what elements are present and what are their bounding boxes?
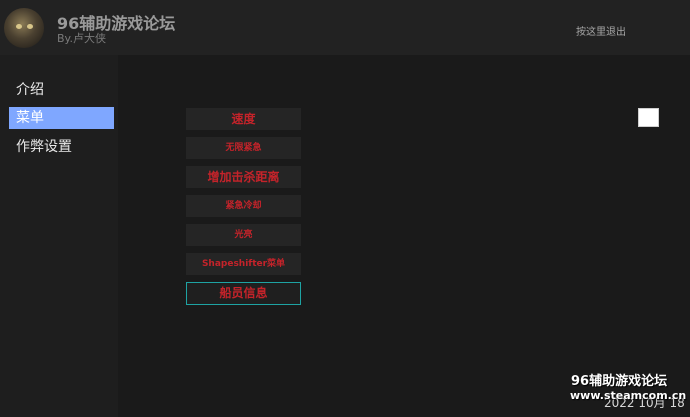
header-bar: 96辅助游戏论坛 By.卢大侠 按这里退出 <box>0 0 690 55</box>
watermark-url: www.steamcom.cn <box>570 389 687 402</box>
logout-button[interactable]: 按这里退出 <box>576 23 626 38</box>
avatar-eye-left <box>16 24 22 29</box>
infinite-emergency-button[interactable]: 无限紧急 <box>186 137 301 159</box>
sidebar-item-cheat-settings[interactable]: 作弊设置 <box>9 136 114 158</box>
avatar-eye-right <box>27 24 33 29</box>
sidebar-item-intro[interactable]: 介绍 <box>9 79 114 101</box>
sidebar-item-menu[interactable]: 菜单 <box>9 107 114 129</box>
speed-button[interactable]: 速度 <box>186 108 301 130</box>
brightness-button[interactable]: 光亮 <box>186 224 301 246</box>
avatar <box>4 8 44 48</box>
shapeshifter-menu-button[interactable]: Shapeshifter菜单 <box>186 253 301 275</box>
sidebar: 介绍 菜单 作弊设置 <box>0 55 118 417</box>
crew-info-button[interactable]: 船员信息 <box>186 282 301 305</box>
watermark-title: 96辅助游戏论坛 <box>571 374 668 389</box>
toggle-checkbox[interactable] <box>638 108 659 127</box>
app-subtitle: By.卢大侠 <box>57 32 106 45</box>
kill-distance-button[interactable]: 增加击杀距离 <box>186 166 301 188</box>
emergency-cooldown-button[interactable]: 紧急冷却 <box>186 195 301 217</box>
